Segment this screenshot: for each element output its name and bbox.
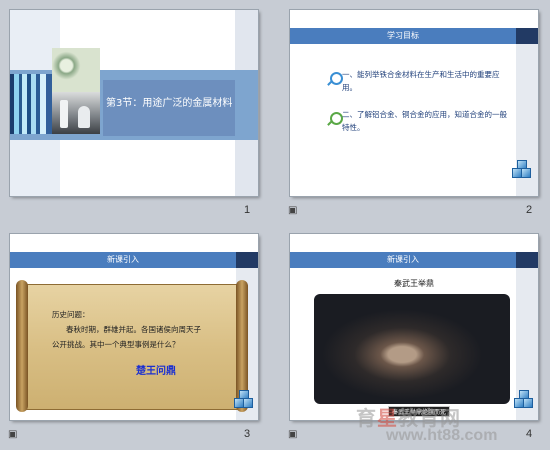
header-accent	[236, 252, 258, 268]
slide-number: 3	[244, 428, 251, 440]
lab-glassware-image	[52, 92, 100, 134]
slide-number: 1	[244, 204, 251, 216]
question-label: 历史问题：	[52, 310, 90, 319]
scroll-text: 历史问题： 春秋时期，群雄并起。各国诸侯向周天子公开挑战。其中一个典型事例是什么…	[52, 307, 202, 352]
slide-header: 新课引入	[387, 255, 419, 264]
answer-text: 楚王问鼎	[136, 366, 176, 377]
slide-number: 4	[526, 428, 533, 440]
drama-still-image	[314, 294, 510, 404]
slide-header: 学习目标	[387, 31, 419, 40]
slide-number: 2	[526, 204, 533, 216]
header-accent	[516, 252, 538, 268]
slide-subtitle: 秦武王举鼎	[394, 279, 434, 288]
watermark-url: www.ht88.com	[386, 427, 498, 444]
cells-image	[52, 48, 100, 92]
header-accent	[516, 28, 538, 44]
cubes-icon	[234, 390, 253, 412]
cubes-icon	[512, 160, 531, 182]
slide-header: 新课引入	[107, 255, 139, 264]
objective-2: 二、了解铝合金、铜合金的应用，知道合金的一般特性。	[342, 110, 507, 132]
objective-1: 一、能列举铁合金材料在生产和生活中的重要应用。	[342, 70, 500, 92]
slide-title: 第3节：用途广泛的金属材料	[106, 98, 233, 109]
question-text: 春秋时期，群雄并起。各国诸侯向周天子公开挑战。其中一个典型事例是什么？	[52, 325, 201, 349]
test-tubes-image	[10, 74, 52, 134]
note-icon[interactable]: ▣	[288, 429, 297, 440]
scroll-roll	[16, 280, 28, 412]
slide-thumbnail-1[interactable]: 第3节：用途广泛的金属材料	[10, 10, 258, 196]
cubes-icon	[514, 390, 533, 412]
slide-thumbnail-4[interactable]: 新课引入 秦武王举鼎 秦武王举鼎绝膑而死	[290, 234, 538, 420]
slide-thumbnail-3[interactable]: 新课引入 历史问题： 春秋时期，群雄并起。各国诸侯向周天子公开挑战。其中一个典型…	[10, 234, 258, 420]
note-icon[interactable]: ▣	[8, 429, 17, 440]
slide-thumbnail-2[interactable]: 学习目标 一、能列举铁合金材料在生产和生活中的重要应用。 二、了解铝合金、铜合金…	[290, 10, 538, 196]
note-icon[interactable]: ▣	[288, 205, 297, 216]
